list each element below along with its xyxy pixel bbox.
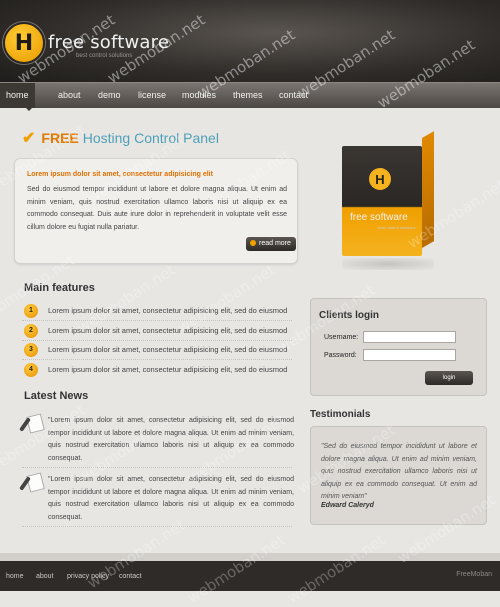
- number-badge-icon: 2: [24, 324, 38, 338]
- read-more-label: read more: [259, 240, 291, 247]
- box-front: H free software best control solutions: [342, 146, 422, 256]
- nav-item-home[interactable]: home: [0, 83, 35, 108]
- box-tagline: best control solutions: [378, 225, 416, 230]
- page-title: ✔ FREE Hosting Control Panel: [22, 128, 219, 148]
- testimonial-box: "Sed do eiusmod tempor incididunt ut lab…: [310, 426, 487, 525]
- password-label: Password:: [324, 352, 357, 359]
- nav-item-demo[interactable]: demo: [98, 83, 121, 108]
- brand-name[interactable]: free software: [48, 32, 169, 53]
- nav-active-pointer: [25, 107, 33, 111]
- news-text: "Lorem ipsum dolor sit amet, consectetur…: [48, 476, 294, 521]
- footer-link-home[interactable]: home: [6, 573, 24, 580]
- box-reflection: [342, 258, 434, 270]
- site-footer: home about privacy policy contact FreeMo…: [0, 561, 500, 591]
- news-item: "Lorem ipsum dolor sit amet, consectetur…: [19, 413, 294, 467]
- username-input[interactable]: [363, 331, 456, 343]
- box-logo-icon: H: [369, 168, 391, 190]
- intro-text: Sed do eiusmod tempor incididunt ut labo…: [27, 186, 287, 231]
- intro-heading: Lorem ipsum dolor sit amet, consectetur …: [27, 171, 213, 178]
- feature-text: Lorem ipsum dolor sit amet, consectetur …: [48, 345, 288, 354]
- nav-item-contact[interactable]: contact: [279, 83, 308, 108]
- divider: [22, 359, 292, 360]
- footer-link-privacy[interactable]: privacy policy: [67, 573, 109, 580]
- divider: [22, 320, 292, 321]
- number-badge-icon: 4: [24, 363, 38, 377]
- footer-credit: FreeMoban: [456, 571, 492, 578]
- login-title: Clients login: [319, 310, 379, 321]
- title-hosting: Hosting Control Panel: [82, 130, 219, 146]
- product-box-image: H free software best control solutions: [342, 131, 434, 258]
- news-item: "Lorem ipsum dolor sit amet, consectetur…: [19, 472, 294, 526]
- nav-item-themes[interactable]: themes: [233, 83, 263, 108]
- features-title: Main features: [24, 282, 95, 294]
- news-title: Latest News: [24, 390, 89, 402]
- testimonial-quote: "Sed do eiusmod tempor incididunt ut lab…: [321, 443, 477, 500]
- logo-letter: H: [14, 30, 34, 56]
- footer-link-contact[interactable]: contact: [119, 573, 142, 580]
- password-input[interactable]: [363, 349, 456, 361]
- news-text: "Lorem ipsum dolor sit amet, consectetur…: [48, 417, 294, 462]
- news-note-icon: [19, 472, 45, 493]
- logo-icon[interactable]: H: [3, 22, 45, 64]
- site-header: H free software best control solutions: [0, 0, 500, 82]
- arrow-icon: [250, 240, 256, 247]
- news-note-icon: [19, 413, 45, 434]
- divider: [22, 467, 292, 468]
- username-label: Username:: [324, 334, 359, 341]
- checkmark-icon: ✔: [22, 130, 36, 147]
- nav-item-about[interactable]: about: [58, 83, 81, 108]
- title-free: FREE: [41, 130, 79, 146]
- divider: [22, 526, 292, 527]
- brand-tagline: best control solutions: [76, 53, 133, 59]
- nav-item-license[interactable]: license: [138, 83, 166, 108]
- feature-text: Lorem ipsum dolor sit amet, consectetur …: [48, 326, 288, 335]
- number-badge-icon: 1: [24, 304, 38, 318]
- main-nav: home about demo license modules themes c…: [0, 82, 500, 108]
- feature-text: Lorem ipsum dolor sit amet, consectetur …: [48, 365, 288, 374]
- footer-border: [0, 553, 500, 561]
- testimonial-author: Edward Caleryd: [321, 502, 374, 509]
- testimonials-title: Testimonials: [310, 409, 371, 420]
- divider: [22, 340, 292, 341]
- box-side: [422, 131, 434, 248]
- login-button[interactable]: login: [425, 371, 473, 385]
- login-panel: Clients login Username: Password: login: [310, 298, 487, 396]
- read-more-button[interactable]: read more: [246, 237, 296, 251]
- nav-item-modules[interactable]: modules: [182, 83, 216, 108]
- box-brand: free software: [350, 212, 408, 223]
- footer-link-about[interactable]: about: [36, 573, 54, 580]
- feature-text: Lorem ipsum dolor sit amet, consectetur …: [48, 306, 288, 315]
- number-badge-icon: 3: [24, 343, 38, 357]
